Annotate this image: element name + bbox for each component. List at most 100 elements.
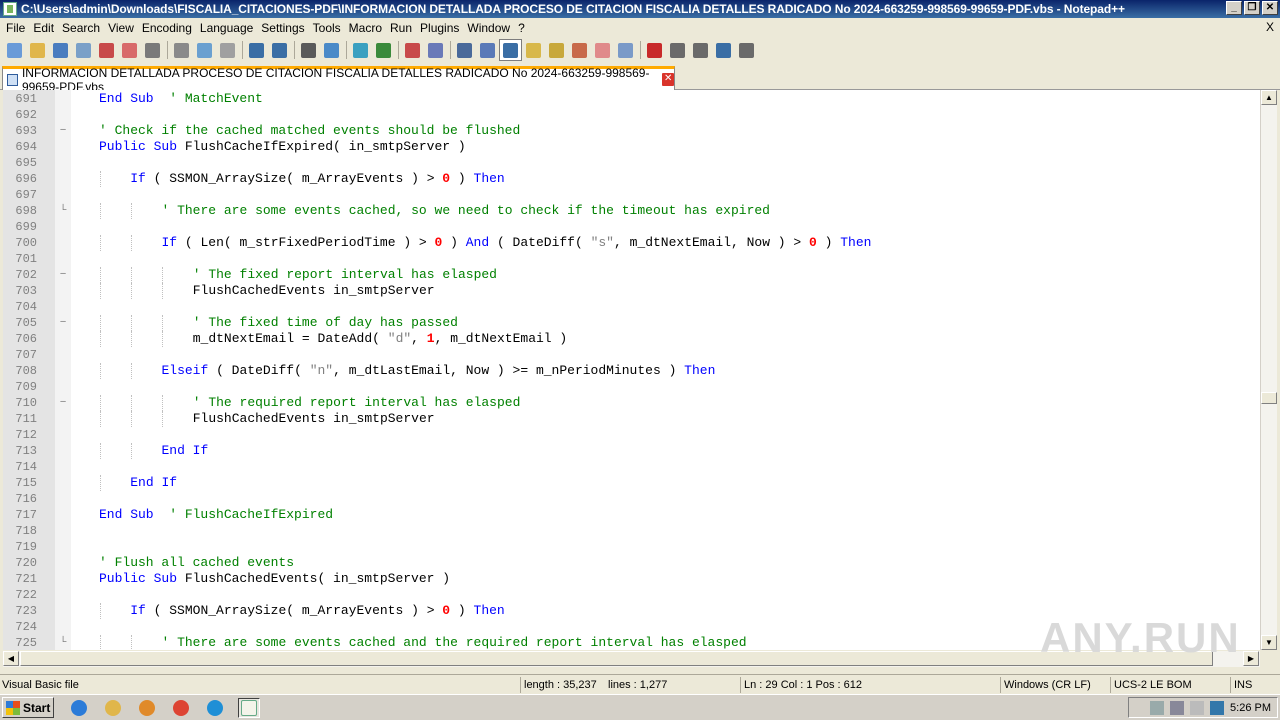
status-encoding[interactable]: UCS-2 LE BOM xyxy=(1110,677,1192,693)
zoom-out-icon[interactable] xyxy=(372,39,395,61)
clock[interactable]: 5:26 PM xyxy=(1230,702,1271,714)
tab-close-icon[interactable]: ✕ xyxy=(662,73,674,86)
notepadpp-icon[interactable] xyxy=(238,698,260,718)
code-editor[interactable]: 691 End Sub ' MatchEvent 692 693 − ' Check if… xyxy=(3,90,1260,650)
code-line[interactable]: 716 xyxy=(3,491,1260,507)
chrome-icon[interactable] xyxy=(170,698,192,718)
cut-icon[interactable] xyxy=(170,39,193,61)
menu-language[interactable]: Language xyxy=(196,21,257,35)
ie-icon[interactable] xyxy=(68,698,90,718)
code-line[interactable]: 700 If ( Len( m_strFixedPeriodTime ) > 0 … xyxy=(3,235,1260,251)
new-file-icon[interactable] xyxy=(3,39,26,61)
save-all-icon[interactable] xyxy=(72,39,95,61)
play-macro-icon[interactable] xyxy=(689,39,712,61)
indent-guide-icon[interactable] xyxy=(499,39,522,61)
menu-encoding[interactable]: Encoding xyxy=(138,21,196,35)
fold-marker-icon[interactable]: └ xyxy=(57,635,69,650)
menu-macro[interactable]: Macro xyxy=(345,21,386,35)
explorer-icon[interactable] xyxy=(102,698,124,718)
sync-vertical-icon[interactable] xyxy=(401,39,424,61)
record-macro-icon[interactable] xyxy=(643,39,666,61)
copy-icon[interactable] xyxy=(193,39,216,61)
replace-icon[interactable] xyxy=(320,39,343,61)
code-line[interactable]: 702 − ' The fixed report interval has elas… xyxy=(3,267,1260,283)
find-icon[interactable] xyxy=(297,39,320,61)
code-line[interactable]: 697 xyxy=(3,187,1260,203)
redo-icon[interactable] xyxy=(268,39,291,61)
code-line[interactable]: 701 xyxy=(3,251,1260,267)
scroll-down-button[interactable]: ▼ xyxy=(1261,635,1277,650)
action-center-flag-icon[interactable] xyxy=(1190,700,1205,715)
horizontal-scroll-thumb[interactable] xyxy=(20,651,1213,666)
monitoring-icon[interactable] xyxy=(614,39,637,61)
show-all-chars-icon[interactable] xyxy=(476,39,499,61)
fold-marker-icon[interactable]: − xyxy=(57,123,69,139)
close-document-button[interactable]: X xyxy=(1266,20,1274,34)
folder-as-workspace-icon[interactable] xyxy=(591,39,614,61)
code-line[interactable]: 708 Elseif ( DateDiff( "n", m_dtLastEmail… xyxy=(3,363,1260,379)
title-bar[interactable]: C:\Users\admin\Downloads\FISCALIA_CITACI… xyxy=(0,0,1280,18)
fold-marker-icon[interactable]: − xyxy=(57,267,69,283)
scroll-left-button[interactable]: ◀ xyxy=(3,651,19,666)
paste-icon[interactable] xyxy=(216,39,239,61)
code-line[interactable]: 717 End Sub ' FlushCacheIfExpired xyxy=(3,507,1260,523)
menu-view[interactable]: View xyxy=(104,21,138,35)
scroll-up-button[interactable]: ▲ xyxy=(1261,90,1277,105)
code-line[interactable]: 706 m_dtNextEmail = DateAdd( "d", 1, m_dt… xyxy=(3,331,1260,347)
code-line[interactable]: 711 FlushCachedEvents in_smtpServer xyxy=(3,411,1260,427)
volume-icon[interactable] xyxy=(1150,700,1165,715)
stop-macro-icon[interactable] xyxy=(666,39,689,61)
code-line[interactable]: 719 xyxy=(3,539,1260,555)
restore-button[interactable]: ❐ xyxy=(1244,1,1260,15)
run-macro-multiple-icon[interactable] xyxy=(712,39,735,61)
code-line[interactable]: 712 xyxy=(3,427,1260,443)
code-line[interactable]: 694 Public Sub FlushCacheIfExpired( in_sm… xyxy=(3,139,1260,155)
undo-icon[interactable] xyxy=(245,39,268,61)
code-line[interactable]: 696 If ( SSMON_ArraySize( m_ArrayEvents )… xyxy=(3,171,1260,187)
open-file-icon[interactable] xyxy=(26,39,49,61)
save-macro-icon[interactable] xyxy=(735,39,758,61)
code-line[interactable]: 718 xyxy=(3,523,1260,539)
vertical-scroll-thumb[interactable] xyxy=(1261,392,1277,404)
code-line[interactable]: 722 xyxy=(3,587,1260,603)
menu-run[interactable]: Run xyxy=(386,21,416,35)
status-eol[interactable]: Windows (CR LF) xyxy=(1000,677,1091,693)
edge-icon[interactable] xyxy=(204,698,226,718)
menu-search[interactable]: Search xyxy=(58,21,104,35)
code-line[interactable]: 720 ' Flush all cached events xyxy=(3,555,1260,571)
code-line[interactable]: 715 End If xyxy=(3,475,1260,491)
menu-edit[interactable]: Edit xyxy=(29,21,58,35)
network-icon[interactable] xyxy=(1170,700,1185,715)
start-button[interactable]: Start xyxy=(2,697,54,718)
media-player-icon[interactable] xyxy=(136,698,158,718)
code-line[interactable]: 714 xyxy=(3,459,1260,475)
sync-horizontal-icon[interactable] xyxy=(424,39,447,61)
code-line[interactable]: 693 − ' Check if the cached matched events… xyxy=(3,123,1260,139)
code-line[interactable]: 721 Public Sub FlushCachedEvents( in_smtp… xyxy=(3,571,1260,587)
tab-active-document[interactable]: INFORMACION DETALLADA PROCESO DE CITACIO… xyxy=(2,66,675,94)
fold-marker-icon[interactable]: └ xyxy=(57,203,69,219)
code-line[interactable]: 703 FlushCachedEvents in_smtpServer xyxy=(3,283,1260,299)
save-icon[interactable] xyxy=(49,39,72,61)
code-line[interactable]: 705 − ' The fixed time of day has passed xyxy=(3,315,1260,331)
show-desktop-icon[interactable] xyxy=(1210,700,1225,715)
vertical-scrollbar[interactable]: ▲ ▼ xyxy=(1260,90,1277,650)
menu-file[interactable]: File xyxy=(2,21,29,35)
fold-marker-icon[interactable]: − xyxy=(57,395,69,411)
menu-plugins[interactable]: Plugins xyxy=(416,21,463,35)
menu-tools[interactable]: Tools xyxy=(309,21,345,35)
code-line[interactable]: 704 xyxy=(3,299,1260,315)
code-line[interactable]: 709 xyxy=(3,379,1260,395)
code-line[interactable]: 695 xyxy=(3,155,1260,171)
code-line[interactable]: 713 End If xyxy=(3,443,1260,459)
code-line[interactable]: 698 └ ' There are some events cached, so w… xyxy=(3,203,1260,219)
word-wrap-icon[interactable] xyxy=(453,39,476,61)
menu-settings[interactable]: Settings xyxy=(257,21,308,35)
print-icon[interactable] xyxy=(141,39,164,61)
code-line[interactable]: 710 − ' The required report interval has e… xyxy=(3,395,1260,411)
zoom-in-icon[interactable] xyxy=(349,39,372,61)
fold-marker-icon[interactable]: − xyxy=(57,315,69,331)
code-line[interactable]: 707 xyxy=(3,347,1260,363)
minimize-button[interactable]: _ xyxy=(1226,1,1242,15)
close-all-icon[interactable] xyxy=(118,39,141,61)
